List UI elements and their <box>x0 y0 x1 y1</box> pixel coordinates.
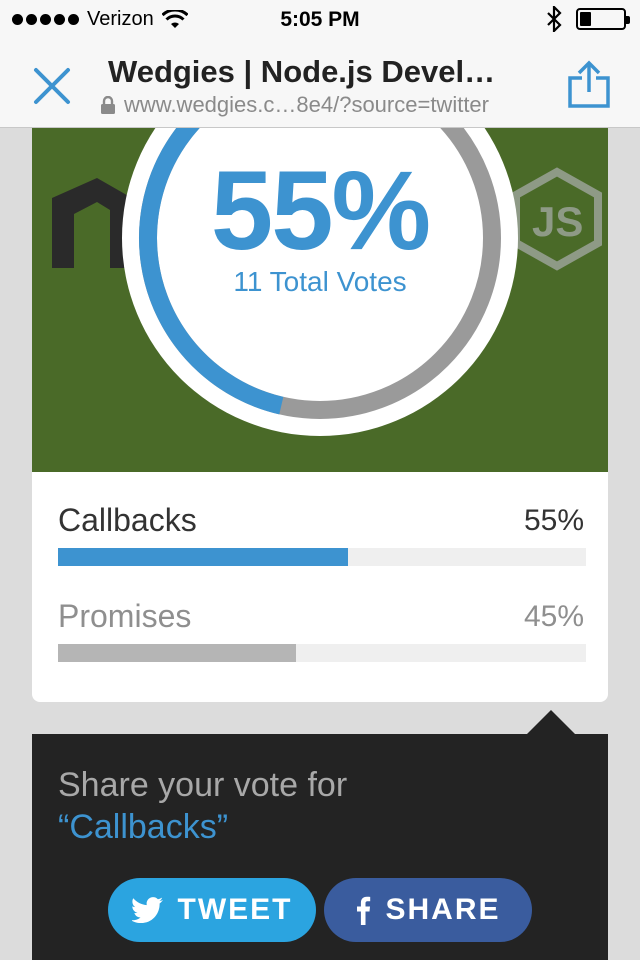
option-bar-fill-promises <box>58 644 296 662</box>
share-panel: Share your vote for “Callbacks” TWEET SH… <box>32 734 608 960</box>
twitter-bird-icon <box>131 897 163 923</box>
option-percent-promises: 45% <box>523 600 584 633</box>
status-right <box>546 6 630 32</box>
option-bar-promises <box>58 644 586 662</box>
total-votes: 11 Total Votes <box>233 266 407 297</box>
url-text: www.wedgies.c…8e4/?source=twitter <box>124 92 489 117</box>
headline-percent: 55% <box>210 148 431 273</box>
option-percent-callbacks: 55% <box>523 504 584 537</box>
clock: 5:05 PM <box>280 8 360 31</box>
browser-navbar: Wedgies | Node.js Devel… www.wedgies.c…8… <box>0 40 640 128</box>
facebook-f-icon <box>357 896 371 925</box>
share-panel-pointer <box>526 710 576 735</box>
url-display[interactable]: www.wedgies.c…8e4/?source=twitter <box>100 92 489 118</box>
poll-hero: JS 55% 11 Total Votes <box>32 128 608 472</box>
bluetooth-icon <box>547 6 562 32</box>
status-bar: Verizon 5:05 PM <box>0 0 640 40</box>
lock-icon <box>101 96 115 114</box>
facebook-share-button[interactable]: SHARE <box>324 878 532 942</box>
battery-icon <box>576 8 630 30</box>
share-label: SHARE <box>385 893 501 926</box>
option-bar-callbacks <box>58 548 586 566</box>
share-prompt: Share your vote for “Callbacks” <box>58 764 347 848</box>
results-card: Callbacks 55% Promises 45% <box>32 472 608 702</box>
tweet-label: TWEET <box>177 893 293 926</box>
close-icon <box>34 68 70 104</box>
page-title: Wedgies | Node.js Devel… <box>108 54 496 89</box>
share-prompt-text: Share your vote for <box>58 766 348 804</box>
option-bar-fill-callbacks <box>58 548 349 566</box>
tweet-button[interactable]: TWEET <box>108 878 316 942</box>
share-upload-icon <box>568 60 610 108</box>
share-choice-text: “Callbacks” <box>58 808 229 846</box>
option-label-promises: Promises <box>58 598 192 634</box>
share-action-button[interactable] <box>566 60 612 110</box>
option-label-callbacks: Callbacks <box>58 502 197 538</box>
close-button[interactable] <box>30 64 74 108</box>
